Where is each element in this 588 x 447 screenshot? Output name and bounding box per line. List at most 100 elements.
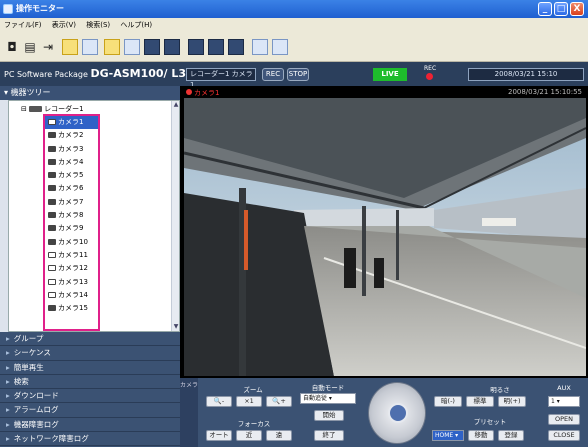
aux-open-button[interactable]: OPEN xyxy=(548,414,580,425)
camera-feed-image xyxy=(184,98,586,376)
camera-item[interactable]: カメラ5 xyxy=(45,169,98,182)
fullscreen-icon[interactable] xyxy=(252,39,268,55)
close-button[interactable]: X xyxy=(570,2,584,16)
camera-item[interactable]: カメラ7 xyxy=(45,196,98,209)
camera-icon xyxy=(48,185,56,192)
focus-far-button[interactable]: 遠 xyxy=(266,430,292,441)
nav-item-alarm-log[interactable]: ▸ アラームログ xyxy=(0,403,180,418)
layout-9-icon[interactable] xyxy=(164,39,180,55)
camera-list: カメラ1 カメラ2 カメラ3 カメラ4 カメラ5 カメラ6 カメラ7 カメラ8 … xyxy=(43,114,100,331)
camera-item[interactable]: カメラ4 xyxy=(45,156,98,169)
camera-item[interactable]: カメラ9 xyxy=(45,222,98,235)
layout-13-icon[interactable] xyxy=(208,39,224,55)
chevron-right-icon: ▸ xyxy=(6,348,10,358)
brightness-dark-button[interactable]: 暗(-) xyxy=(434,396,462,407)
menu-search[interactable]: 検索(S) xyxy=(86,21,110,29)
recorder-label: レコーダー1 xyxy=(44,105,84,113)
scroll-up-icon[interactable]: ▲ xyxy=(172,101,179,109)
scroll-down-icon[interactable]: ▼ xyxy=(172,323,179,331)
camera-item[interactable]: カメラ13 xyxy=(45,276,98,289)
maximize-button[interactable]: □ xyxy=(554,2,568,16)
camera-item[interactable]: カメラ6 xyxy=(45,182,98,195)
auto-mode-label: 自動モード xyxy=(311,384,345,392)
window-title: 操作モニター xyxy=(16,4,64,13)
focus-auto-button[interactable]: オート xyxy=(206,430,232,441)
layout-16-icon[interactable] xyxy=(228,39,244,55)
layout-4-icon[interactable] xyxy=(124,39,140,55)
focus-near-button[interactable]: 近 xyxy=(236,430,262,441)
zoom-1x-button[interactable]: ×1 xyxy=(236,396,262,407)
zoom-out-button[interactable]: 🔍- xyxy=(206,396,232,407)
stop-button[interactable]: STOP xyxy=(287,68,309,81)
auto-start-button[interactable]: 開始 xyxy=(314,410,344,421)
nav-item-search[interactable]: ▸ 検索 xyxy=(0,375,180,390)
camera-item[interactable]: カメラ2 xyxy=(45,129,98,142)
preset-register-button[interactable]: 登録 xyxy=(498,430,524,441)
export-icon[interactable]: ⇥ xyxy=(40,39,56,55)
camera-item[interactable]: カメラ1 xyxy=(45,116,98,130)
camera-icon xyxy=(48,212,56,219)
layout-dual-icon[interactable] xyxy=(82,39,98,55)
nav-item-download[interactable]: ▸ ダウンロード xyxy=(0,389,180,404)
zoom-in-button[interactable]: 🔍+ xyxy=(266,396,292,407)
camera-icon xyxy=(48,291,56,298)
datetime-display: 2008/03/21 15:10 xyxy=(468,68,584,81)
tree-recorder[interactable]: ⊟ レコーダー1 xyxy=(21,104,84,114)
menu-help[interactable]: ヘルプ(H) xyxy=(120,21,152,29)
chevron-right-icon: ▸ xyxy=(6,405,10,415)
recorder-icon xyxy=(29,106,43,112)
layout-1-icon[interactable] xyxy=(104,39,120,55)
nav-item-network-error-log[interactable]: ▸ ネットワーク障害ログ xyxy=(0,432,180,447)
jog-center-button[interactable] xyxy=(388,403,408,423)
auto-end-button[interactable]: 終了 xyxy=(314,430,344,441)
nav-item-easy-playback[interactable]: ▸ 簡単再生 xyxy=(0,361,180,375)
preset-move-button[interactable]: 移動 xyxy=(468,430,494,441)
camera-icon xyxy=(48,251,56,258)
camera-item[interactable]: カメラ8 xyxy=(45,209,98,222)
camera-item[interactable]: カメラ10 xyxy=(45,236,98,249)
device-tree-header[interactable]: ▾ 機器ツリー xyxy=(0,86,180,100)
viewer-camera-label: カメラ1 xyxy=(186,88,219,98)
camera-icon xyxy=(48,158,56,165)
product-prefix: PC Software Package xyxy=(4,70,91,79)
brightness-bright-button[interactable]: 明(+) xyxy=(498,396,526,407)
aux-select[interactable]: 1 ▾ xyxy=(548,396,580,407)
info-bar: PC Software Package DG-ASM100/ L3 レコーダー1… xyxy=(0,62,588,89)
camera-item[interactable]: カメラ3 xyxy=(45,143,98,156)
camera-item[interactable]: カメラ11 xyxy=(45,249,98,262)
aux-label: AUX xyxy=(557,384,571,392)
rec-button[interactable]: REC xyxy=(262,68,284,81)
camera-icon xyxy=(48,198,56,205)
tree-gutter xyxy=(0,100,8,332)
zoom-view-icon[interactable] xyxy=(272,39,288,55)
nav-item-device-error-log[interactable]: ▸ 機器障害ログ xyxy=(0,418,180,433)
layout-10-icon[interactable] xyxy=(188,39,204,55)
preset-select[interactable]: HOME ▾ xyxy=(432,430,464,441)
aux-close-button[interactable]: CLOSE xyxy=(548,430,580,441)
nav-item-sequence[interactable]: ▸ シーケンス xyxy=(0,346,180,361)
tree-scrollbar[interactable]: ▲ ▼ xyxy=(171,101,179,331)
menu-view[interactable]: 表示(V) xyxy=(52,21,76,29)
auto-mode-select[interactable]: 自動追従 ▾ xyxy=(300,393,356,404)
layout-6-icon[interactable] xyxy=(144,39,160,55)
minimize-button[interactable]: _ xyxy=(538,2,552,16)
brightness-standard-button[interactable]: 標準 xyxy=(466,396,494,407)
product-title: PC Software Package DG-ASM100/ L3 xyxy=(4,67,186,80)
camera-icon xyxy=(48,305,56,312)
camera-item[interactable]: カメラ12 xyxy=(45,262,98,275)
chevron-right-icon: ▸ xyxy=(6,391,10,401)
menu-file[interactable]: ファイル(F) xyxy=(4,21,42,29)
print-icon[interactable]: ▤ xyxy=(22,39,38,55)
chevron-right-icon: ▸ xyxy=(6,362,10,372)
nav-item-group[interactable]: ▸ グループ xyxy=(0,332,180,347)
folder-icon[interactable] xyxy=(62,39,78,55)
camera-item[interactable]: カメラ15 xyxy=(45,302,98,315)
brightness-label: 明るさ xyxy=(490,386,510,394)
camera-control-tab[interactable]: カメラ xyxy=(180,378,198,447)
camera-icon[interactable]: ◘ xyxy=(4,39,20,55)
chevron-right-icon: ▸ xyxy=(6,419,10,429)
camera-icon xyxy=(48,265,56,272)
camera-item[interactable]: カメラ14 xyxy=(45,289,98,302)
pan-tilt-jog-dial[interactable] xyxy=(368,382,426,444)
video-viewer[interactable]: カメラ1 2008/03/21 15:10:55 xyxy=(180,86,588,378)
